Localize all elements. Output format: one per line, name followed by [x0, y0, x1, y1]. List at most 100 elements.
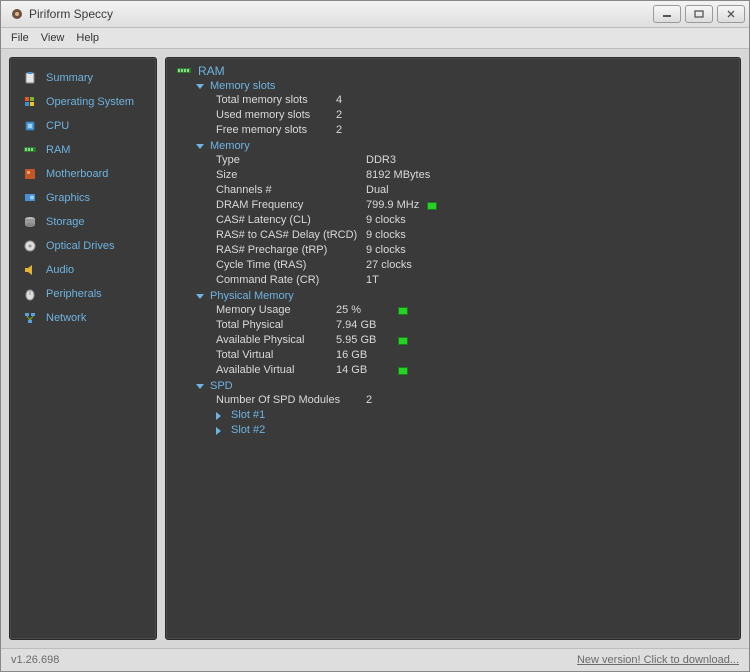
mouse-icon — [22, 286, 38, 302]
row-tras: Cycle Time (tRAS)27 clocks — [216, 258, 730, 273]
sidebar-item-optical[interactable]: Optical Drives — [16, 234, 150, 258]
menu-view[interactable]: View — [41, 32, 65, 44]
row-usage: Memory Usage25 % — [216, 303, 730, 318]
sidebar-item-network[interactable]: Network — [16, 306, 150, 330]
section-title-label: Memory — [210, 140, 250, 152]
sparkline-icon[interactable] — [398, 337, 408, 345]
row-free-slots: Free memory slots2 — [216, 123, 730, 138]
label: Total memory slots — [216, 93, 336, 108]
motherboard-icon — [22, 166, 38, 182]
row-type: TypeDDR3 — [216, 153, 730, 168]
label: Cycle Time (tRAS) — [216, 258, 366, 273]
body: Summary Operating System CPU RAM Motherb… — [1, 49, 749, 648]
sidebar-item-label: Storage — [46, 216, 85, 228]
sidebar-item-label: CPU — [46, 120, 69, 132]
sparkline-icon[interactable] — [398, 307, 408, 315]
disc-icon — [22, 238, 38, 254]
menu-file[interactable]: File — [11, 32, 29, 44]
ram-icon — [22, 142, 38, 158]
sidebar-item-audio[interactable]: Audio — [16, 258, 150, 282]
section-memory-slots[interactable]: Memory slots — [196, 80, 730, 92]
sidebar: Summary Operating System CPU RAM Motherb… — [9, 57, 157, 640]
label: Command Rate (CR) — [216, 273, 366, 288]
windows-icon — [22, 94, 38, 110]
label: Number Of SPD Modules — [216, 393, 366, 408]
spd-slot-2[interactable]: Slot #2 — [216, 423, 730, 438]
speaker-icon — [22, 262, 38, 278]
sparkline-icon[interactable] — [427, 202, 437, 210]
content-heading[interactable]: RAM — [176, 64, 730, 78]
section-title-label: Memory slots — [210, 80, 275, 92]
label: Type — [216, 153, 366, 168]
row-trp: RAS# Precharge (tRP)9 clocks — [216, 243, 730, 258]
sidebar-item-label: Audio — [46, 264, 74, 276]
value: Dual — [366, 183, 389, 198]
chevron-down-icon — [196, 84, 204, 89]
sparkline-icon[interactable] — [398, 367, 408, 375]
close-button[interactable] — [717, 5, 745, 23]
spd-slot-1[interactable]: Slot #1 — [216, 408, 730, 423]
row-trcd: RAS# to CAS# Delay (tRCD)9 clocks — [216, 228, 730, 243]
label: Used memory slots — [216, 108, 336, 123]
value: 799.9 MHz — [366, 198, 419, 213]
sidebar-item-label: Network — [46, 312, 86, 324]
sidebar-item-label: Peripherals — [46, 288, 102, 300]
row-total-slots: Total memory slots4 — [216, 93, 730, 108]
maximize-button[interactable] — [685, 5, 713, 23]
row-avail-virtual: Available Virtual14 GB — [216, 363, 730, 378]
value: 7.94 GB — [336, 318, 376, 333]
chevron-down-icon — [196, 144, 204, 149]
row-dram-freq: DRAM Frequency799.9 MHz — [216, 198, 730, 213]
chevron-down-icon — [196, 294, 204, 299]
section-memory[interactable]: Memory — [196, 140, 730, 152]
value: 4 — [336, 93, 342, 108]
menu-help[interactable]: Help — [76, 32, 99, 44]
label: Channels # — [216, 183, 366, 198]
chevron-right-icon — [216, 412, 225, 420]
section-spd[interactable]: SPD — [196, 380, 730, 392]
value: 9 clocks — [366, 213, 406, 228]
value: 9 clocks — [366, 228, 406, 243]
label: Total Physical — [216, 318, 336, 333]
row-cr: Command Rate (CR)1T — [216, 273, 730, 288]
label: Size — [216, 168, 366, 183]
sidebar-item-graphics[interactable]: Graphics — [16, 186, 150, 210]
storage-icon — [22, 214, 38, 230]
sidebar-item-label: Summary — [46, 72, 93, 84]
sidebar-item-storage[interactable]: Storage — [16, 210, 150, 234]
physical-group: Memory Usage25 % Total Physical7.94 GB A… — [216, 303, 730, 378]
subnode-label: Slot #2 — [231, 423, 265, 438]
row-total-physical: Total Physical7.94 GB — [216, 318, 730, 333]
sidebar-item-peripherals[interactable]: Peripherals — [16, 282, 150, 306]
graphics-icon — [22, 190, 38, 206]
update-link[interactable]: New version! Click to download... — [577, 654, 739, 666]
sidebar-item-motherboard[interactable]: Motherboard — [16, 162, 150, 186]
value: 27 clocks — [366, 258, 412, 273]
cpu-icon — [22, 118, 38, 134]
network-icon — [22, 310, 38, 326]
minimize-button[interactable] — [653, 5, 681, 23]
chevron-down-icon — [196, 384, 204, 389]
sidebar-item-os[interactable]: Operating System — [16, 90, 150, 114]
statusbar: v1.26.698 New version! Click to download… — [1, 648, 749, 671]
value: 1T — [366, 273, 379, 288]
section-title-label: SPD — [210, 380, 233, 392]
sidebar-item-summary[interactable]: Summary — [16, 66, 150, 90]
row-cas: CAS# Latency (CL)9 clocks — [216, 213, 730, 228]
memory-group: TypeDDR3 Size8192 MBytes Channels #Dual … — [216, 153, 730, 288]
row-spd-count: Number Of SPD Modules2 — [216, 393, 730, 408]
version-text: v1.26.698 — [11, 654, 59, 666]
value: 2 — [366, 393, 372, 408]
sidebar-item-ram[interactable]: RAM — [16, 138, 150, 162]
value: 5.95 GB — [336, 333, 390, 348]
memory-slots-group: Total memory slots4 Used memory slots2 F… — [216, 93, 730, 138]
sidebar-item-cpu[interactable]: CPU — [16, 114, 150, 138]
spd-subnodes: Slot #1 Slot #2 — [216, 408, 730, 438]
subnode-label: Slot #1 — [231, 408, 265, 423]
row-total-virtual: Total Virtual16 GB — [216, 348, 730, 363]
heading-label: RAM — [198, 64, 225, 78]
label: Memory Usage — [216, 303, 336, 318]
section-physical[interactable]: Physical Memory — [196, 290, 730, 302]
ram-icon — [176, 64, 192, 78]
label: Available Virtual — [216, 363, 336, 378]
